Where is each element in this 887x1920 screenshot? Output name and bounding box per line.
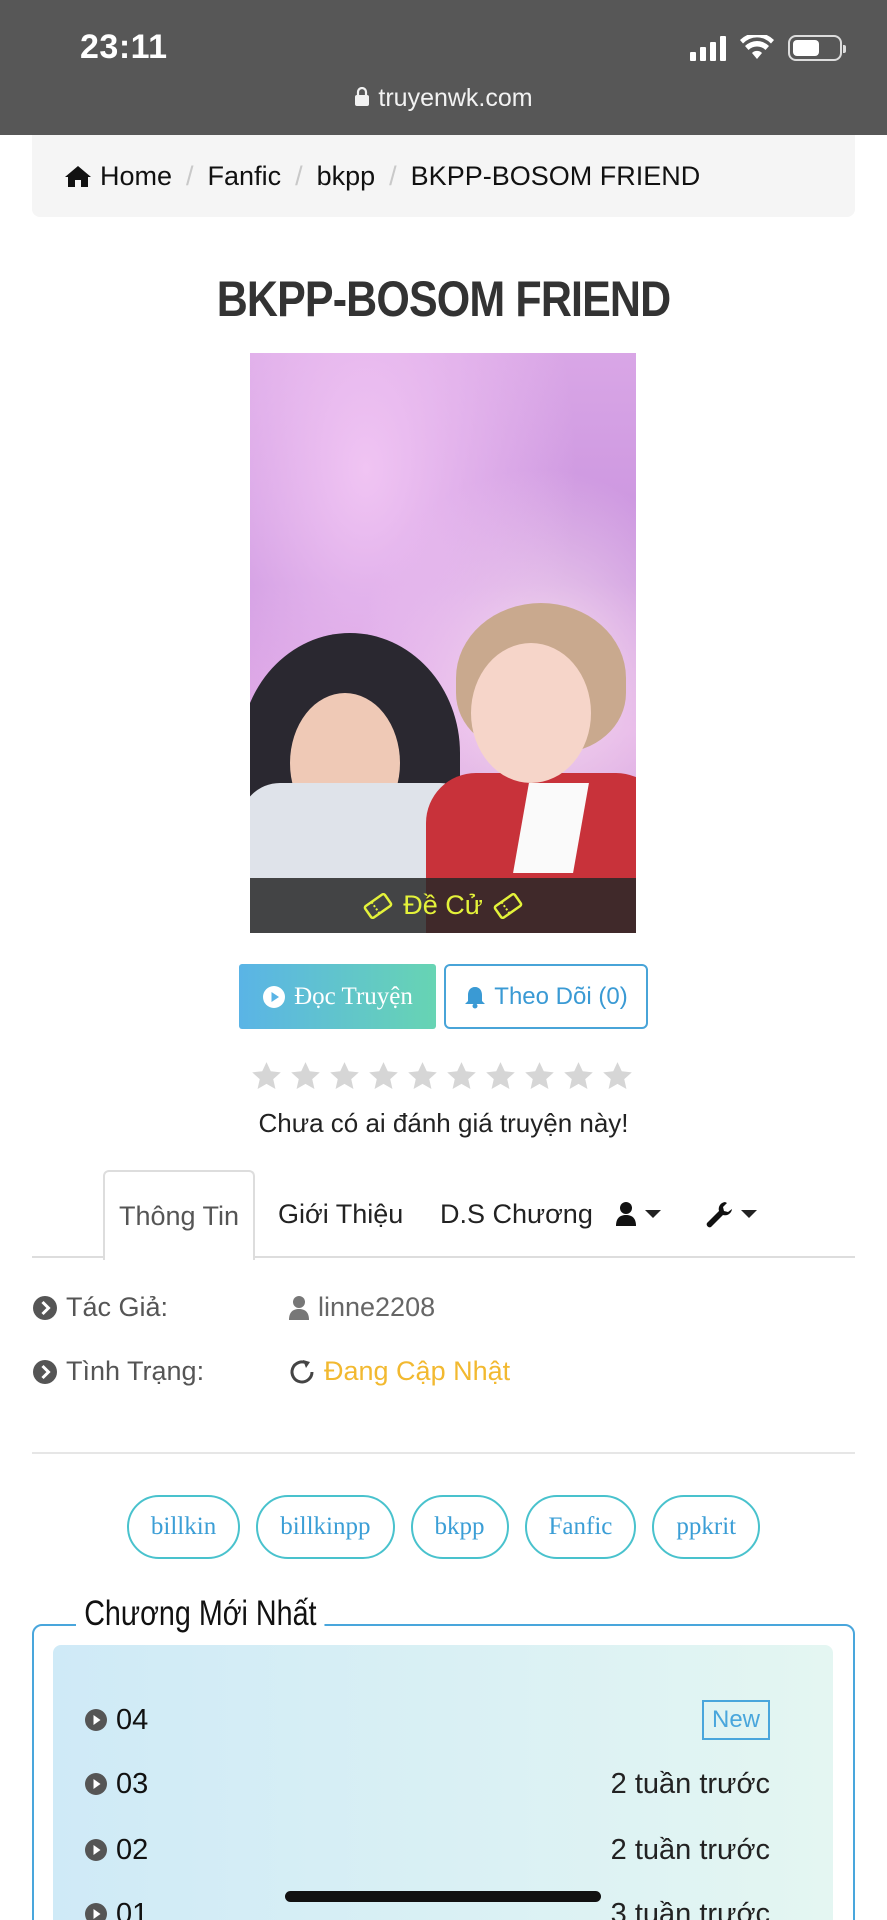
chapter-name[interactable]: 01 (116, 1898, 148, 1920)
story-cover-image[interactable]: Đề Cử (250, 353, 636, 933)
recommend-badge: Đề Cử (250, 878, 636, 933)
play-circle-icon (85, 1709, 107, 1731)
lock-icon (355, 87, 370, 106)
story-title: BKPP-BOSOM FRIEND (216, 271, 671, 327)
wifi-icon (740, 35, 774, 59)
tag-list: billkin billkinpp bkpp Fanfic ppkrit (0, 1495, 887, 1559)
breadcrumb-fanfic[interactable]: Fanfic (208, 161, 282, 192)
chevron-down-icon (645, 1210, 661, 1218)
recommend-label: Đề Cử (403, 890, 483, 920)
tab-info[interactable]: Thông Tin (103, 1170, 255, 1260)
url-bar[interactable]: truyenwk.com (0, 84, 887, 113)
chapter-name[interactable]: 03 (116, 1768, 148, 1801)
follow-label: Theo Dõi (0) (494, 982, 628, 1010)
star-icon[interactable] (406, 1060, 439, 1093)
battery-icon (788, 35, 846, 61)
chapter-row[interactable]: 04 New (84, 1698, 770, 1742)
cellular-signal-icon (690, 35, 726, 61)
ticket-icon (493, 892, 523, 919)
chevron-circle-right-icon (33, 1359, 57, 1384)
breadcrumb-bkpp[interactable]: bkpp (317, 161, 376, 192)
tag-bkpp[interactable]: bkpp (410, 1495, 509, 1559)
home-icon[interactable] (64, 164, 92, 188)
author-name[interactable]: linne2208 (318, 1292, 435, 1323)
home-indicator[interactable] (285, 1891, 601, 1902)
refresh-icon (290, 1359, 314, 1383)
breadcrumb: Home / Fanfic / bkpp / BKPP-BOSOM FRIEND (32, 135, 855, 217)
rating-message: Chưa có ai đánh giá truyện này! (258, 1108, 629, 1138)
play-circle-icon (85, 1773, 107, 1795)
breadcrumb-separator: / (186, 160, 194, 191)
star-icon[interactable] (601, 1060, 634, 1093)
chapter-name[interactable]: 02 (116, 1834, 148, 1867)
tab-chapter-list[interactable]: D.S Chương (440, 1170, 593, 1258)
star-icon[interactable] (289, 1060, 322, 1093)
chevron-down-icon (741, 1210, 757, 1218)
section-divider (32, 1452, 855, 1454)
url-text: truyenwk.com (378, 84, 533, 112)
status-bar: 23:11 truyenwk.com (0, 0, 887, 135)
follow-button[interactable]: Theo Dõi (0) (444, 964, 648, 1029)
breadcrumb-current: BKPP-BOSOM FRIEND (410, 160, 701, 191)
user-icon (289, 1295, 309, 1320)
chapter-time: 2 tuần trước (610, 1767, 770, 1800)
chapter-name[interactable]: 04 (116, 1704, 148, 1737)
wrench-icon (706, 1202, 732, 1228)
chapter-time: 2 tuần trước (610, 1833, 770, 1866)
read-story-label: Đọc Truyện (294, 982, 413, 1010)
tools-menu-dropdown[interactable] (705, 1170, 757, 1258)
status-text: Đang Cập Nhật (324, 1356, 511, 1386)
rating-stars (250, 1060, 634, 1093)
breadcrumb-home[interactable]: Home (100, 161, 172, 192)
star-icon[interactable] (367, 1060, 400, 1093)
star-icon[interactable] (523, 1060, 556, 1093)
breadcrumb-separator: / (295, 160, 303, 191)
tag-ppkrit[interactable]: ppkrit (652, 1495, 761, 1559)
status-label: Tình Trạng: (66, 1356, 205, 1386)
status-row: Tình Trạng: (32, 1356, 204, 1387)
clock: 23:11 (80, 28, 168, 66)
ticket-icon (363, 892, 393, 919)
star-icon[interactable] (562, 1060, 595, 1093)
latest-chapters-heading: Chương Mới Nhất (76, 1594, 325, 1634)
read-story-button[interactable]: Đọc Truyện (239, 964, 436, 1029)
author-value[interactable]: linne2208 (288, 1292, 435, 1323)
author-row: Tác Giả: (32, 1292, 168, 1323)
chapter-row[interactable]: 03 2 tuần trước (84, 1762, 770, 1806)
tag-fanfic[interactable]: Fanfic (524, 1495, 637, 1559)
play-circle-icon (263, 985, 286, 1008)
user-menu-dropdown[interactable] (615, 1170, 661, 1258)
chevron-circle-right-icon (33, 1295, 57, 1320)
new-badge: New (701, 1700, 770, 1740)
star-icon[interactable] (328, 1060, 361, 1093)
breadcrumb-separator: / (389, 160, 397, 191)
star-icon[interactable] (484, 1060, 517, 1093)
user-icon (616, 1202, 636, 1226)
bell-icon (465, 986, 486, 1008)
play-circle-icon (85, 1903, 107, 1920)
play-circle-icon (85, 1839, 107, 1861)
author-label: Tác Giả: (66, 1292, 169, 1322)
tag-billkin[interactable]: billkin (126, 1495, 241, 1559)
tag-billkinpp[interactable]: billkinpp (256, 1495, 395, 1559)
status-icons (690, 32, 846, 64)
status-value: Đang Cập Nhật (288, 1356, 510, 1387)
chapter-time: 3 tuần trước (610, 1897, 770, 1920)
tab-intro[interactable]: Giới Thiệu (278, 1170, 403, 1258)
star-icon[interactable] (445, 1060, 478, 1093)
star-icon[interactable] (250, 1060, 283, 1093)
chapter-row[interactable]: 02 2 tuần trước (84, 1828, 770, 1872)
